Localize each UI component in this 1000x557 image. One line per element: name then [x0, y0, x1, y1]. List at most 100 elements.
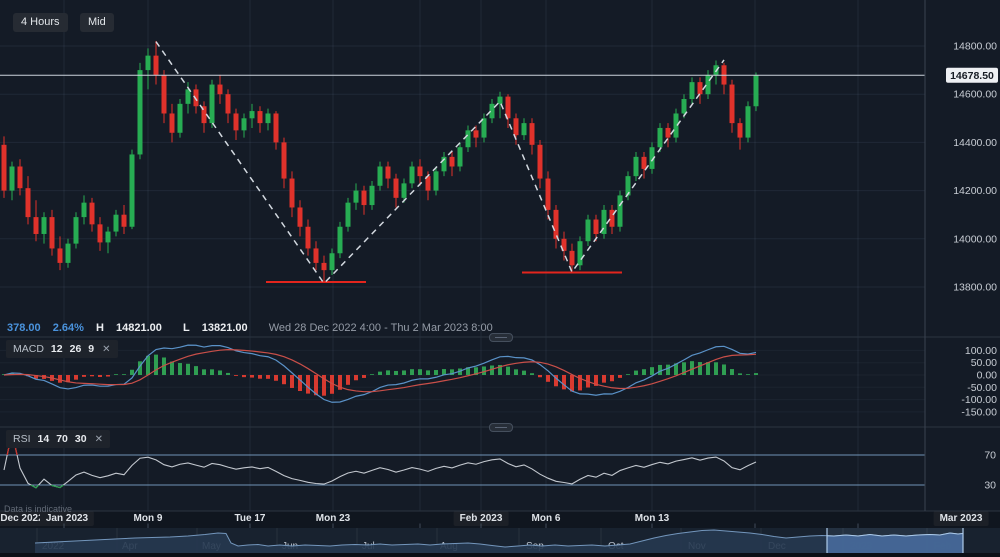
candle-body: [738, 123, 743, 137]
macd-histogram-bar: [514, 369, 518, 375]
candle-body: [746, 106, 751, 137]
axis-tick-label: 70: [984, 450, 996, 462]
macd-histogram-bar: [522, 371, 526, 375]
candle-body: [594, 220, 599, 234]
rsi-close-icon[interactable]: ✕: [95, 434, 103, 445]
macd-histogram-bar: [434, 370, 438, 375]
candle-body: [578, 241, 583, 265]
macd-histogram-bar: [114, 374, 118, 375]
macd-histogram-bar: [730, 369, 734, 375]
low-readout: L 13821.00: [183, 322, 257, 334]
candle-body: [434, 171, 439, 190]
macd-histogram-bar: [194, 366, 198, 375]
navigator-selection[interactable]: [827, 528, 963, 553]
data-indicative-note: Data is indicative: [4, 504, 72, 514]
panel-dividers: [0, 0, 1000, 528]
candle-body: [242, 118, 247, 130]
candle-body: [538, 145, 543, 179]
macd-histogram-bar: [130, 370, 134, 375]
trading-chart-app: Dec 2022Jan 2023Mon 9Tue 17Mon 23Feb 202…: [0, 0, 1000, 557]
macd-histogram-bar: [570, 375, 574, 392]
macd-histogram-bar: [626, 374, 630, 375]
macd-histogram-bar: [210, 369, 214, 375]
macd-histogram-bar: [122, 374, 126, 375]
candle-body: [658, 128, 663, 147]
chart-canvas[interactable]: 14800.0014600.0014400.0014200.0014000.00…: [0, 0, 1000, 557]
macd-histogram-bar: [530, 373, 534, 375]
macd-histogram-bar: [266, 375, 270, 379]
candle-body: [642, 157, 647, 169]
macd-settings-badge[interactable]: MACD12269✕: [6, 340, 118, 358]
macd-histogram-bar: [634, 371, 638, 375]
navigator-layer: [35, 528, 963, 553]
candle-body: [690, 82, 695, 99]
panel-resize-handle-bottom[interactable]: [489, 423, 513, 432]
candle-body: [130, 154, 135, 226]
candle-body: [50, 217, 55, 248]
axis-tick-label: 14000.00: [953, 233, 997, 245]
candle-body: [266, 113, 271, 123]
zigzag-drawing: [156, 42, 724, 284]
candle-body: [186, 89, 191, 103]
candle-body: [26, 188, 31, 217]
navigator-area: [35, 530, 963, 553]
candle-body: [666, 128, 671, 138]
macd-histogram-bar: [202, 369, 206, 375]
macd-histogram-bar: [98, 375, 102, 377]
macd-histogram-bar: [258, 375, 262, 379]
rsi-layer: [0, 433, 925, 488]
macd-histogram-bar: [746, 374, 750, 375]
candle-body: [314, 248, 319, 262]
chart-toolbar: 4 Hours Mid: [13, 12, 122, 32]
timeframe-button[interactable]: 4 Hours: [13, 13, 68, 32]
macd-histogram-bar: [298, 375, 302, 391]
macd-histogram-bar: [410, 369, 414, 375]
candle-body: [370, 186, 375, 205]
macd-histogram-bar: [170, 362, 174, 375]
candle-body: [482, 118, 487, 137]
panel-resize-handle-top[interactable]: [489, 333, 513, 342]
macd-close-icon[interactable]: ✕: [102, 344, 110, 355]
candle-body: [338, 227, 343, 254]
macd-histogram-bar: [538, 375, 542, 377]
macd-histogram-bar: [146, 356, 150, 375]
candle-body: [394, 179, 399, 198]
rsi-settings-badge[interactable]: RSI147030✕: [6, 430, 110, 448]
candle-body: [258, 111, 263, 123]
candle-body: [10, 167, 15, 191]
macd-histogram-bar: [234, 375, 238, 376]
price-type-button[interactable]: Mid: [80, 13, 114, 32]
candle-body: [298, 207, 303, 226]
candle-body: [618, 195, 623, 226]
candle-body: [250, 111, 255, 118]
candle-body: [530, 123, 535, 145]
candle-body: [42, 217, 47, 234]
macd-histogram-bar: [642, 369, 646, 375]
candle-body: [98, 224, 103, 242]
macd-histogram-bar: [90, 375, 94, 376]
macd-histogram-bar: [250, 375, 254, 378]
axis-tick-label: 14678.50: [950, 70, 994, 82]
axis-tick-label: 13800.00: [953, 282, 997, 294]
macd-histogram-bar: [346, 375, 350, 385]
candle-body: [122, 215, 127, 227]
candle-body: [282, 142, 287, 178]
macd-histogram-bar: [290, 375, 294, 388]
macd-histogram-bar: [154, 355, 158, 375]
candle-body: [522, 123, 527, 135]
rsi-line-overbought: [4, 433, 756, 488]
candle-body: [66, 244, 71, 263]
macd-histogram-bar: [370, 374, 374, 375]
candle-body: [18, 167, 23, 189]
macd-histogram-bar: [562, 375, 566, 389]
candle-body: [154, 56, 159, 75]
axis-tick-label: 100.00: [965, 345, 997, 357]
axis-tick-label: 50.00: [971, 357, 997, 369]
candle-body: [474, 130, 479, 137]
candle-body: [450, 157, 455, 167]
change-percent: 2.64%: [53, 322, 84, 334]
candle-body: [730, 85, 735, 124]
candle-body: [466, 130, 471, 147]
macd-histogram-bar: [546, 375, 550, 382]
change-value: 378.00: [7, 322, 41, 334]
